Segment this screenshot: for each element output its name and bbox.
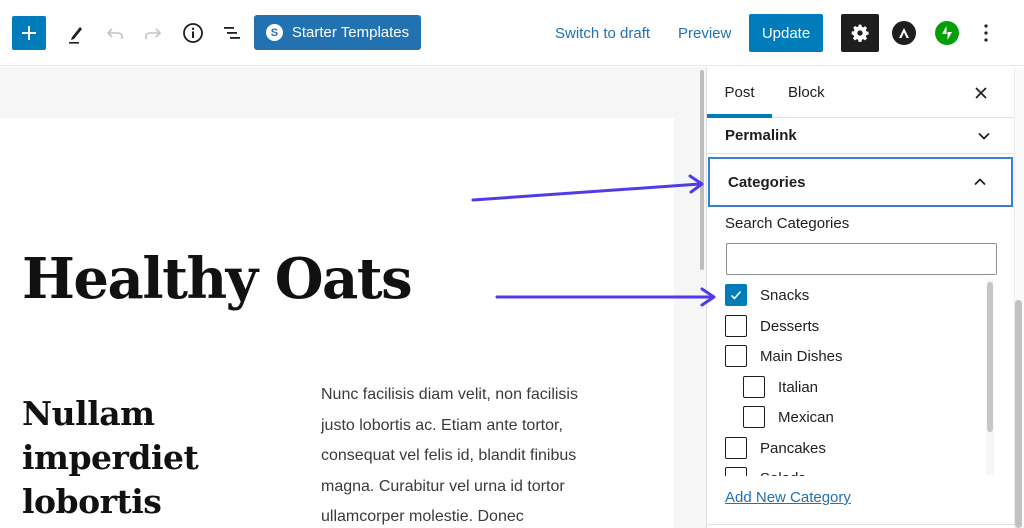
permalink-panel-title: Permalink xyxy=(725,127,797,144)
chevron-down-icon xyxy=(978,132,990,140)
category-label: Italian xyxy=(778,378,819,396)
paragraph-line: justo lobortis ac. Etiam ante tortor, xyxy=(321,416,563,434)
categories-panel-toggle[interactable]: Categories xyxy=(708,157,1013,207)
redo-button[interactable] xyxy=(137,17,169,49)
add-block-button[interactable] xyxy=(12,16,46,50)
settings-sidebar: Post Block Permalink Categories Search C… xyxy=(706,67,1015,528)
list-view-icon xyxy=(224,27,240,39)
astra-logo-icon xyxy=(899,28,909,38)
settings-button[interactable] xyxy=(841,14,879,52)
category-label: Mexican xyxy=(778,408,834,426)
category-item-desserts[interactable]: Desserts xyxy=(725,315,819,337)
tools-button[interactable] xyxy=(59,17,91,49)
starter-templates-logo-icon: S xyxy=(265,24,283,41)
search-categories-input[interactable] xyxy=(726,243,997,275)
category-label: Main Dishes xyxy=(760,347,843,365)
more-options-button[interactable] xyxy=(971,17,1001,49)
category-list: Snacks Desserts Main Dishes Italian Mexi… xyxy=(707,281,997,476)
sidebar-tabs: Post Block xyxy=(707,67,1015,118)
post-title[interactable]: Healthy Oats xyxy=(22,246,413,312)
update-button[interactable]: Update xyxy=(749,14,823,52)
category-item-italian[interactable]: Italian xyxy=(743,376,818,398)
close-icon xyxy=(975,87,987,99)
category-label: Desserts xyxy=(760,317,820,335)
info-icon xyxy=(183,23,203,43)
category-checkbox[interactable] xyxy=(725,467,747,476)
search-categories-label: Search Categories xyxy=(725,215,850,232)
category-label: Pancakes xyxy=(760,439,826,457)
category-checkbox[interactable] xyxy=(743,406,765,428)
pencil-icon xyxy=(69,27,82,44)
category-checkbox[interactable] xyxy=(725,315,747,337)
chevron-up-icon xyxy=(974,178,986,186)
category-checkbox[interactable] xyxy=(725,345,747,367)
starter-templates-label: Starter Templates xyxy=(291,24,410,41)
paragraph-block[interactable]: Nunc facilisis diam velit, non facilisis… xyxy=(321,380,621,528)
category-checkbox[interactable] xyxy=(725,437,747,459)
paragraph-line: Nunc facilisis diam velit, non facilisis xyxy=(321,386,578,403)
gear-icon xyxy=(851,24,869,42)
category-item-salads[interactable]: Salads xyxy=(725,467,806,476)
checkmark-icon xyxy=(730,290,742,300)
categories-panel-title: Categories xyxy=(728,173,806,191)
category-checkbox[interactable] xyxy=(743,376,765,398)
jetpack-logo-icon xyxy=(942,26,952,40)
canvas-scrollbar-thumb[interactable] xyxy=(700,70,704,270)
category-label: Snacks xyxy=(760,286,810,304)
editor-toolbar: S Starter Templates Switch to draft Prev… xyxy=(0,0,1024,66)
paragraph-line: consequat vel felis id, blandit finibus xyxy=(321,447,577,464)
heading-block[interactable]: Nullam imperdiet lobortis xyxy=(22,392,272,524)
redo-icon xyxy=(145,28,162,39)
sidebar-scrollbar-thumb[interactable] xyxy=(1015,300,1022,528)
list-view-button[interactable] xyxy=(216,17,248,49)
undo-button[interactable] xyxy=(99,17,131,49)
category-item-mexican[interactable]: Mexican xyxy=(743,406,834,428)
permalink-panel-toggle[interactable]: Permalink xyxy=(707,118,1015,154)
category-item-pancakes[interactable]: Pancakes xyxy=(725,437,826,459)
category-item-main-dishes[interactable]: Main Dishes xyxy=(725,345,843,367)
switch-to-draft-button[interactable]: Switch to draft xyxy=(555,17,650,49)
add-new-category-link[interactable]: Add New Category xyxy=(725,489,851,506)
category-item-snacks[interactable]: Snacks xyxy=(725,284,809,306)
jetpack-button[interactable] xyxy=(935,21,959,45)
category-checkbox[interactable] xyxy=(725,284,747,306)
details-button[interactable] xyxy=(177,17,209,49)
paragraph-line: ullamcorper molestie. Donec xyxy=(321,508,524,525)
preview-button[interactable]: Preview xyxy=(678,17,731,49)
plus-icon xyxy=(22,26,36,40)
tab-block[interactable]: Block xyxy=(788,67,825,118)
category-label: Salads xyxy=(760,470,806,477)
undo-icon xyxy=(106,28,123,39)
starter-templates-button[interactable]: S Starter Templates xyxy=(254,15,421,50)
panel-divider xyxy=(707,524,1015,525)
close-sidebar-button[interactable] xyxy=(969,81,993,105)
astra-button[interactable] xyxy=(892,21,916,45)
tab-post[interactable]: Post xyxy=(707,67,772,118)
more-vertical-icon xyxy=(984,24,988,42)
paragraph-line: magna. Curabitur vel urna id tortor xyxy=(321,477,565,495)
